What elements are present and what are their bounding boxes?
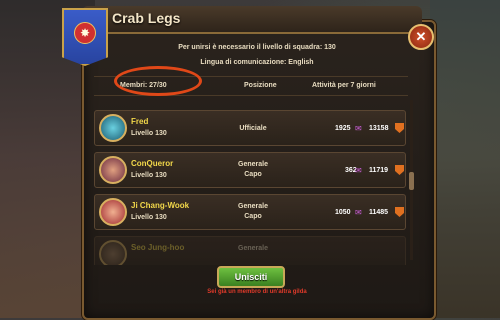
- member-level: Livello 130: [131, 172, 167, 179]
- avatar: [99, 198, 127, 226]
- member-role: Generale: [238, 203, 268, 210]
- activity-header: Attività per 7 giorni: [312, 82, 376, 89]
- member-role: Ufficiale: [239, 125, 267, 132]
- member-row[interactable]: Seo Jung-hoo Generale: [94, 236, 406, 265]
- member-name: Seo Jung-hoo: [131, 243, 185, 252]
- activity-value-b: 11719: [369, 167, 389, 174]
- shield-icon: [395, 165, 404, 175]
- member-role-secondary: Capo: [244, 171, 262, 178]
- avatar: [99, 114, 127, 142]
- already-member-warning: Sei già un membro di un'altra gilda: [207, 289, 307, 295]
- member-row[interactable]: ConQueror Livello 130 Generale Capo 362 …: [94, 152, 406, 188]
- scrollbar-thumb[interactable]: [409, 172, 414, 190]
- shield-icon: [395, 207, 404, 217]
- member-level: Livello 130: [131, 214, 167, 221]
- highlight-circle-annotation: [114, 66, 202, 96]
- avatar: [99, 240, 127, 265]
- mail-icon: ✉: [355, 166, 362, 175]
- language-info: Lingua di comunicazione: English: [200, 59, 314, 66]
- member-name: ConQueror: [131, 159, 174, 168]
- shield-icon: [395, 123, 404, 133]
- position-header: Posizione: [244, 82, 277, 89]
- member-name: Ji Chang-Wook: [131, 201, 190, 210]
- mail-icon: ✉: [355, 208, 362, 217]
- member-role-secondary: Capo: [244, 213, 262, 220]
- background-scene-right: [430, 0, 500, 318]
- close-icon: ✕: [415, 29, 427, 44]
- activity-value-b: 13158: [369, 125, 389, 132]
- level-requirement: Per unirsi è necessario il livello di sq…: [178, 44, 336, 51]
- member-row[interactable]: Fred Livello 130 Ufficiale 1925 ✉ 13158: [94, 110, 406, 146]
- join-button[interactable]: Unisciti: [217, 266, 285, 288]
- member-role: Generale: [238, 245, 268, 252]
- guild-title: Crab Legs: [112, 10, 181, 26]
- activity-value-b: 11485: [369, 209, 389, 216]
- crab-emblem-icon: ✸: [74, 22, 96, 44]
- member-name: Fred: [131, 117, 149, 126]
- activity-value-a: 1925: [335, 125, 351, 132]
- member-list[interactable]: Fred Livello 130 Ufficiale 1925 ✉ 13158 …: [94, 100, 406, 265]
- avatar: [99, 156, 127, 184]
- member-role: Generale: [238, 161, 268, 168]
- activity-value-a: 1050: [335, 209, 351, 216]
- member-row[interactable]: Ji Chang-Wook Livello 130 Generale Capo …: [94, 194, 406, 230]
- member-level: Livello 130: [131, 130, 167, 137]
- mail-icon: ✉: [355, 124, 362, 133]
